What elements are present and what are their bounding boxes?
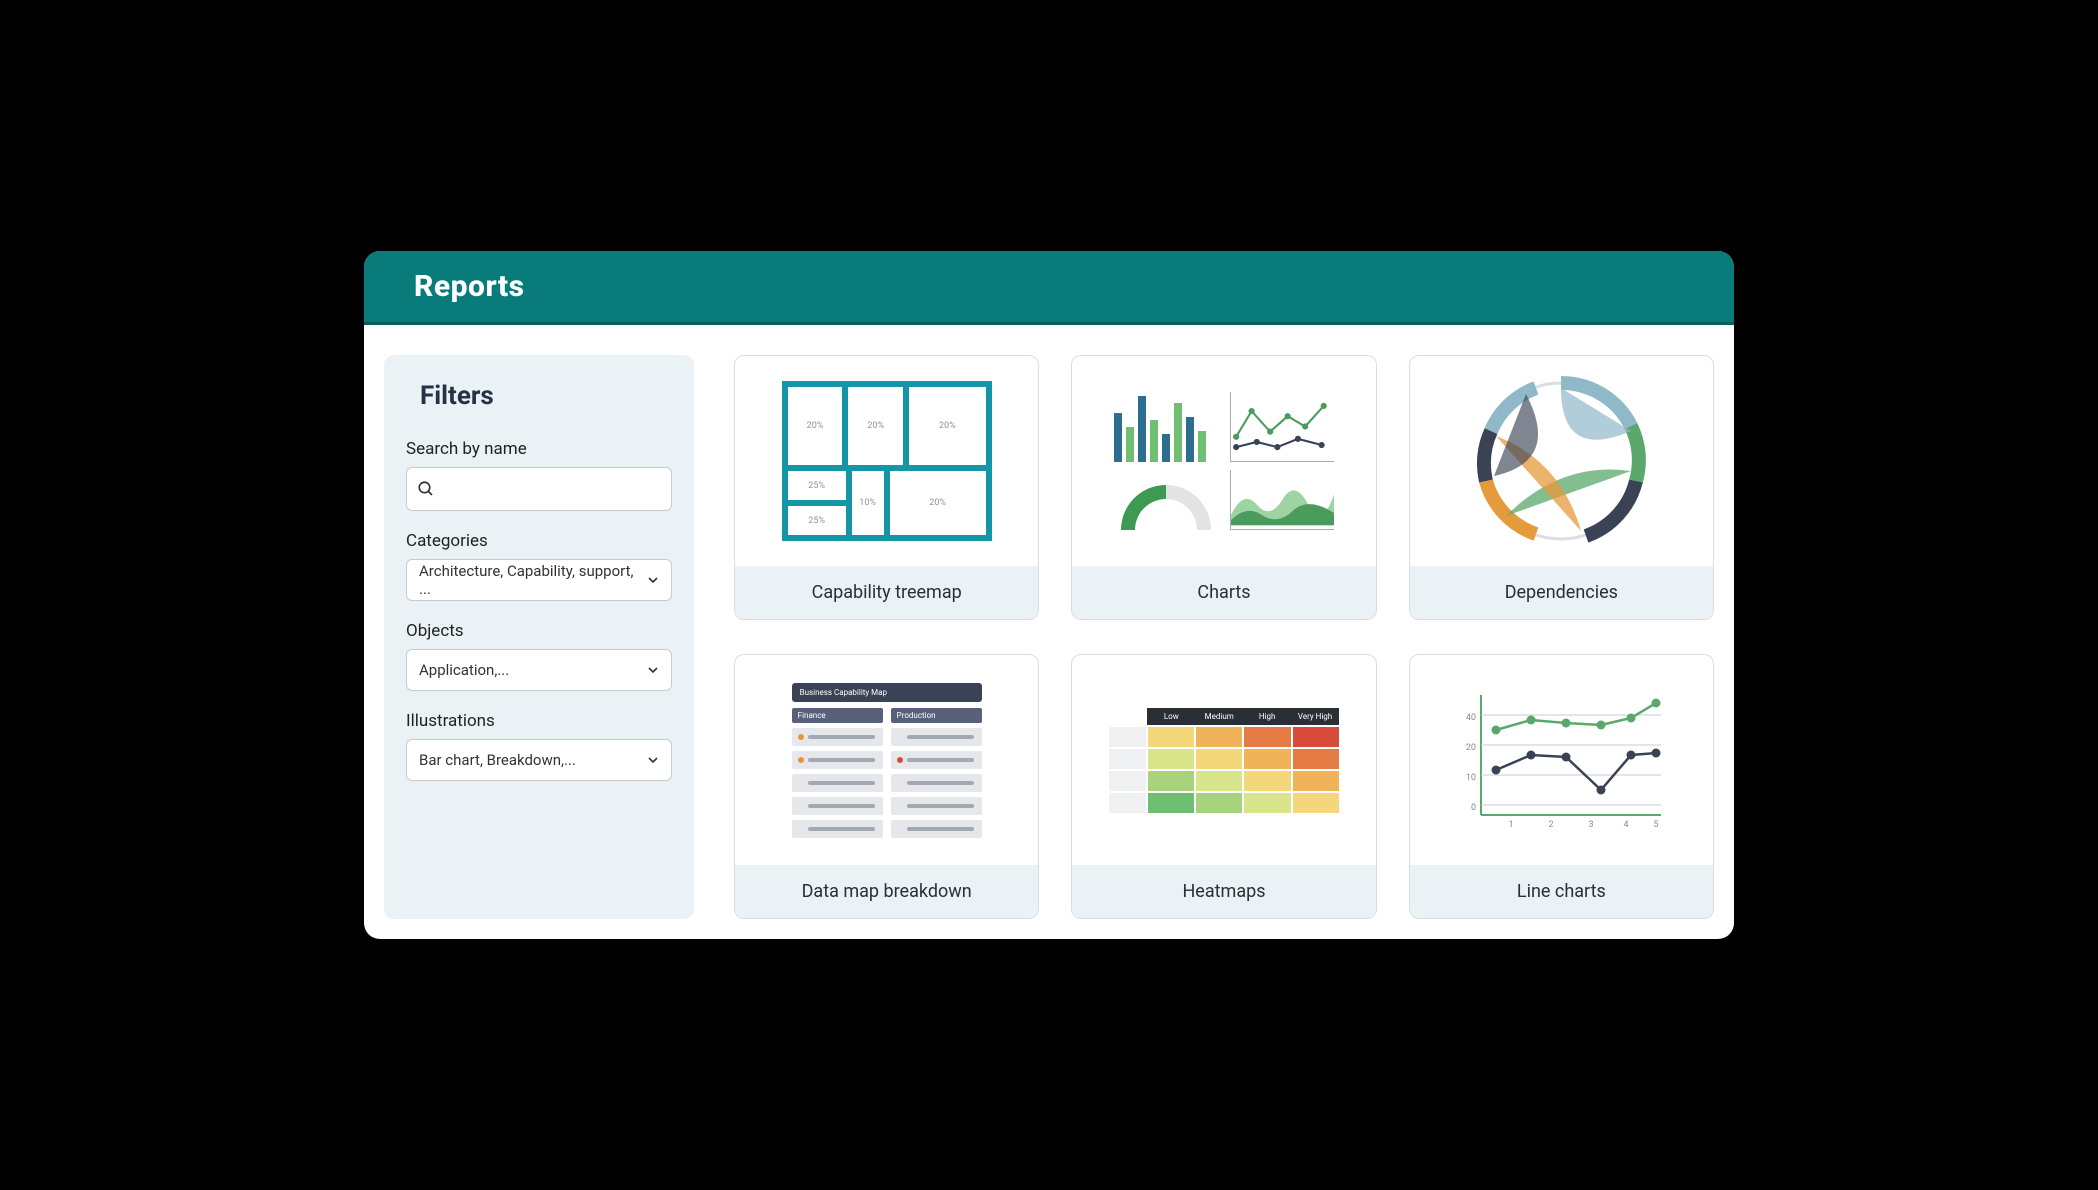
categories-value: Architecture, Capability, support, ... [419, 562, 647, 598]
svg-text:5: 5 [1654, 820, 1659, 830]
body: Filters Search by name Categories Archit… [364, 325, 1734, 939]
thumbnail-treemap: 20% 20% 20% 25% 25% 10% 20% [735, 356, 1038, 566]
search-label: Search by name [406, 439, 672, 459]
thumbnail-linechart: 0 10 20 40 1 2 3 4 5 [1410, 655, 1713, 865]
chevron-down-icon [647, 664, 659, 676]
card-data-map-breakdown[interactable]: Business Capability Map Finance [734, 654, 1039, 919]
categories-field: Categories Architecture, Capability, sup… [406, 531, 672, 601]
card-label: Capability treemap [735, 566, 1038, 619]
thumbnail-charts [1072, 356, 1375, 566]
hm-h1: Medium [1195, 708, 1243, 725]
svg-text:2: 2 [1549, 820, 1554, 830]
hm-h2: High [1243, 708, 1291, 725]
card-label: Line charts [1410, 865, 1713, 918]
search-icon [417, 480, 435, 498]
chevron-down-icon [647, 754, 659, 766]
card-label: Heatmaps [1072, 865, 1375, 918]
categories-label: Categories [406, 531, 672, 551]
objects-select[interactable]: Application,... [406, 649, 672, 691]
report-grid: 20% 20% 20% 25% 25% 10% 20% [734, 355, 1714, 919]
svg-text:0: 0 [1471, 803, 1476, 813]
thumbnail-heatmap: Low Medium High Very High [1072, 655, 1375, 865]
card-label: Charts [1072, 566, 1375, 619]
card-label: Dependencies [1410, 566, 1713, 619]
objects-value: Application,... [419, 661, 509, 679]
svg-text:20: 20 [1466, 743, 1476, 753]
search-input[interactable] [441, 481, 661, 498]
filters-title: Filters [406, 381, 672, 411]
thumbnail-datamap: Business Capability Map Finance [735, 655, 1038, 865]
illustrations-value: Bar chart, Breakdown,... [419, 751, 576, 769]
datamap-col1: Finance [792, 708, 883, 723]
datamap-title: Business Capability Map [792, 683, 982, 702]
page-title: Reports [414, 269, 1684, 304]
thumbnail-dependencies [1410, 356, 1713, 566]
search-field: Search by name [406, 439, 672, 511]
datamap-col2: Production [891, 708, 982, 723]
svg-text:4: 4 [1624, 820, 1629, 830]
hm-h3: Very High [1291, 708, 1339, 725]
svg-text:1: 1 [1509, 820, 1514, 830]
hm-h0: Low [1147, 708, 1195, 725]
filters-panel: Filters Search by name Categories Archit… [384, 355, 694, 919]
chevron-down-icon [647, 574, 659, 586]
svg-text:3: 3 [1589, 820, 1594, 830]
illustrations-select[interactable]: Bar chart, Breakdown,... [406, 739, 672, 781]
reports-window: Reports Filters Search by name Categorie… [364, 251, 1734, 939]
card-dependencies[interactable]: Dependencies [1409, 355, 1714, 620]
illustrations-field: Illustrations Bar chart, Breakdown,... [406, 711, 672, 781]
card-line-charts[interactable]: 0 10 20 40 1 2 3 4 5 Line charts [1409, 654, 1714, 919]
card-heatmaps[interactable]: Low Medium High Very High Heatmaps [1071, 654, 1376, 919]
search-input-wrap[interactable] [406, 467, 672, 511]
illustrations-label: Illustrations [406, 711, 672, 731]
svg-text:10: 10 [1466, 773, 1476, 783]
header-bar: Reports [364, 251, 1734, 325]
card-capability-treemap[interactable]: 20% 20% 20% 25% 25% 10% 20% [734, 355, 1039, 620]
svg-text:40: 40 [1466, 713, 1476, 723]
objects-field: Objects Application,... [406, 621, 672, 691]
card-label: Data map breakdown [735, 865, 1038, 918]
categories-select[interactable]: Architecture, Capability, support, ... [406, 559, 672, 601]
card-charts[interactable]: Charts [1071, 355, 1376, 620]
objects-label: Objects [406, 621, 672, 641]
